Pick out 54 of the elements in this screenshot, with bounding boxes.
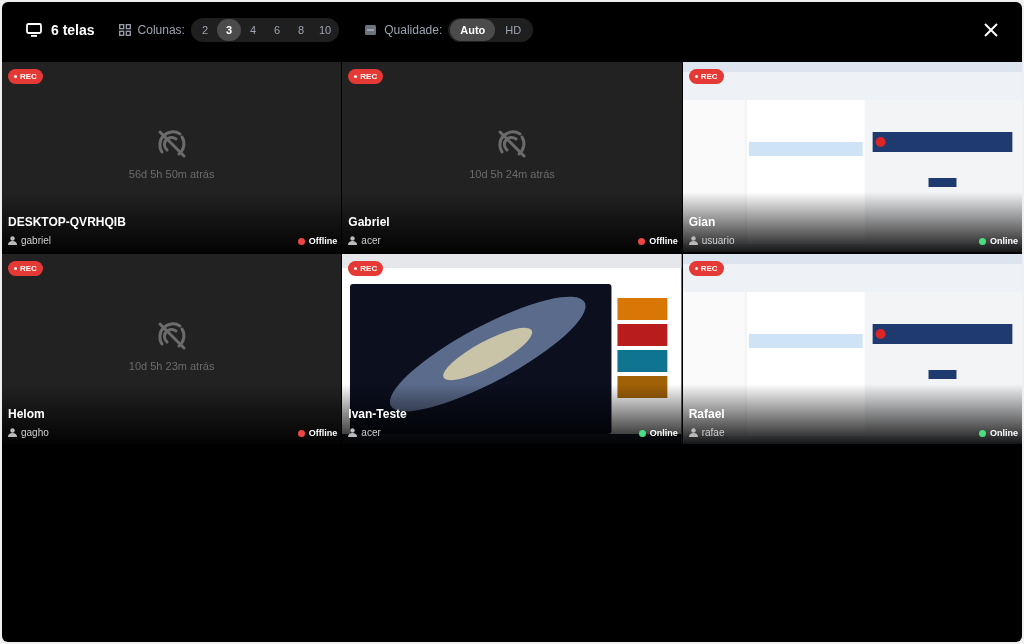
signal-off-icon — [155, 320, 188, 352]
device-name: Gabriel — [348, 214, 390, 231]
user-icon — [688, 428, 698, 437]
user-icon — [348, 236, 358, 245]
screen-tile[interactable]: REC Rafael rafae Online — [682, 254, 1022, 444]
user-icon — [348, 428, 358, 437]
user-icon — [688, 236, 698, 245]
columns-option[interactable]: 6 — [264, 19, 289, 41]
signal-off-icon — [496, 128, 528, 160]
device-name: DESKTOP-QVRHQIB — [8, 214, 126, 231]
columns-option[interactable]: 3 — [216, 19, 241, 41]
rec-badge: REC — [348, 261, 384, 276]
last-seen-text: 10d 5h 23m atrás — [128, 359, 215, 374]
quality-option[interactable]: HD — [495, 19, 532, 41]
screen-tile[interactable]: 10d 5h 23m atrás REC Helom gagho Offline — [2, 254, 342, 444]
screen-tile[interactable]: REC Gian usuario Online — [682, 62, 1022, 252]
user-name: rafae — [701, 426, 725, 440]
last-seen-text: 10d 5h 24m atrás — [469, 167, 555, 182]
quality-option[interactable]: Auto — [450, 19, 496, 41]
device-name: Gian — [688, 214, 716, 231]
grid-icon — [118, 24, 131, 36]
status-text: Offline — [308, 234, 338, 248]
user-name: gabriel — [21, 234, 52, 248]
user-icon — [8, 236, 17, 245]
columns-option[interactable]: 2 — [192, 19, 217, 41]
rec-badge: REC — [348, 69, 384, 84]
monitor-icon — [26, 23, 42, 37]
user-name: acer — [361, 426, 381, 440]
rec-badge: REC — [8, 69, 43, 84]
status-text: Online — [990, 234, 1018, 248]
user-name: acer — [361, 234, 381, 248]
user-icon — [8, 428, 17, 437]
status-text: Offline — [649, 234, 678, 248]
status-text: Online — [990, 426, 1018, 440]
columns-option[interactable]: 8 — [288, 19, 313, 41]
hd-icon — [365, 25, 377, 35]
screen-tile[interactable]: 10d 5h 24m atrás REC Gabriel acer Offline — [342, 62, 682, 252]
device-name: Ivan-Teste — [348, 406, 407, 423]
user-name: gagho — [21, 426, 49, 440]
device-name: Helom — [8, 406, 45, 423]
columns-label: Colunas: — [137, 22, 185, 39]
device-name: Rafael — [688, 406, 725, 423]
status-text: Online — [649, 426, 678, 440]
status-text: Offline — [308, 426, 338, 440]
screen-count: 6 telas — [51, 20, 95, 40]
screen-tile[interactable]: 56d 5h 50m atrás REC DESKTOP-QVRHQIB gabriel Offline — [2, 62, 342, 252]
last-seen-text: 56d 5h 50m atrás — [128, 167, 215, 182]
screen-tile[interactable]: REC Ivan-Teste acer Online — [342, 254, 682, 444]
signal-off-icon — [155, 128, 188, 160]
user-name: usuario — [701, 234, 735, 248]
columns-option[interactable]: 4 — [240, 19, 265, 41]
rec-badge: REC — [8, 261, 43, 276]
quality-label: Qualidade: — [384, 22, 443, 39]
columns-option[interactable]: 10 — [312, 19, 338, 41]
